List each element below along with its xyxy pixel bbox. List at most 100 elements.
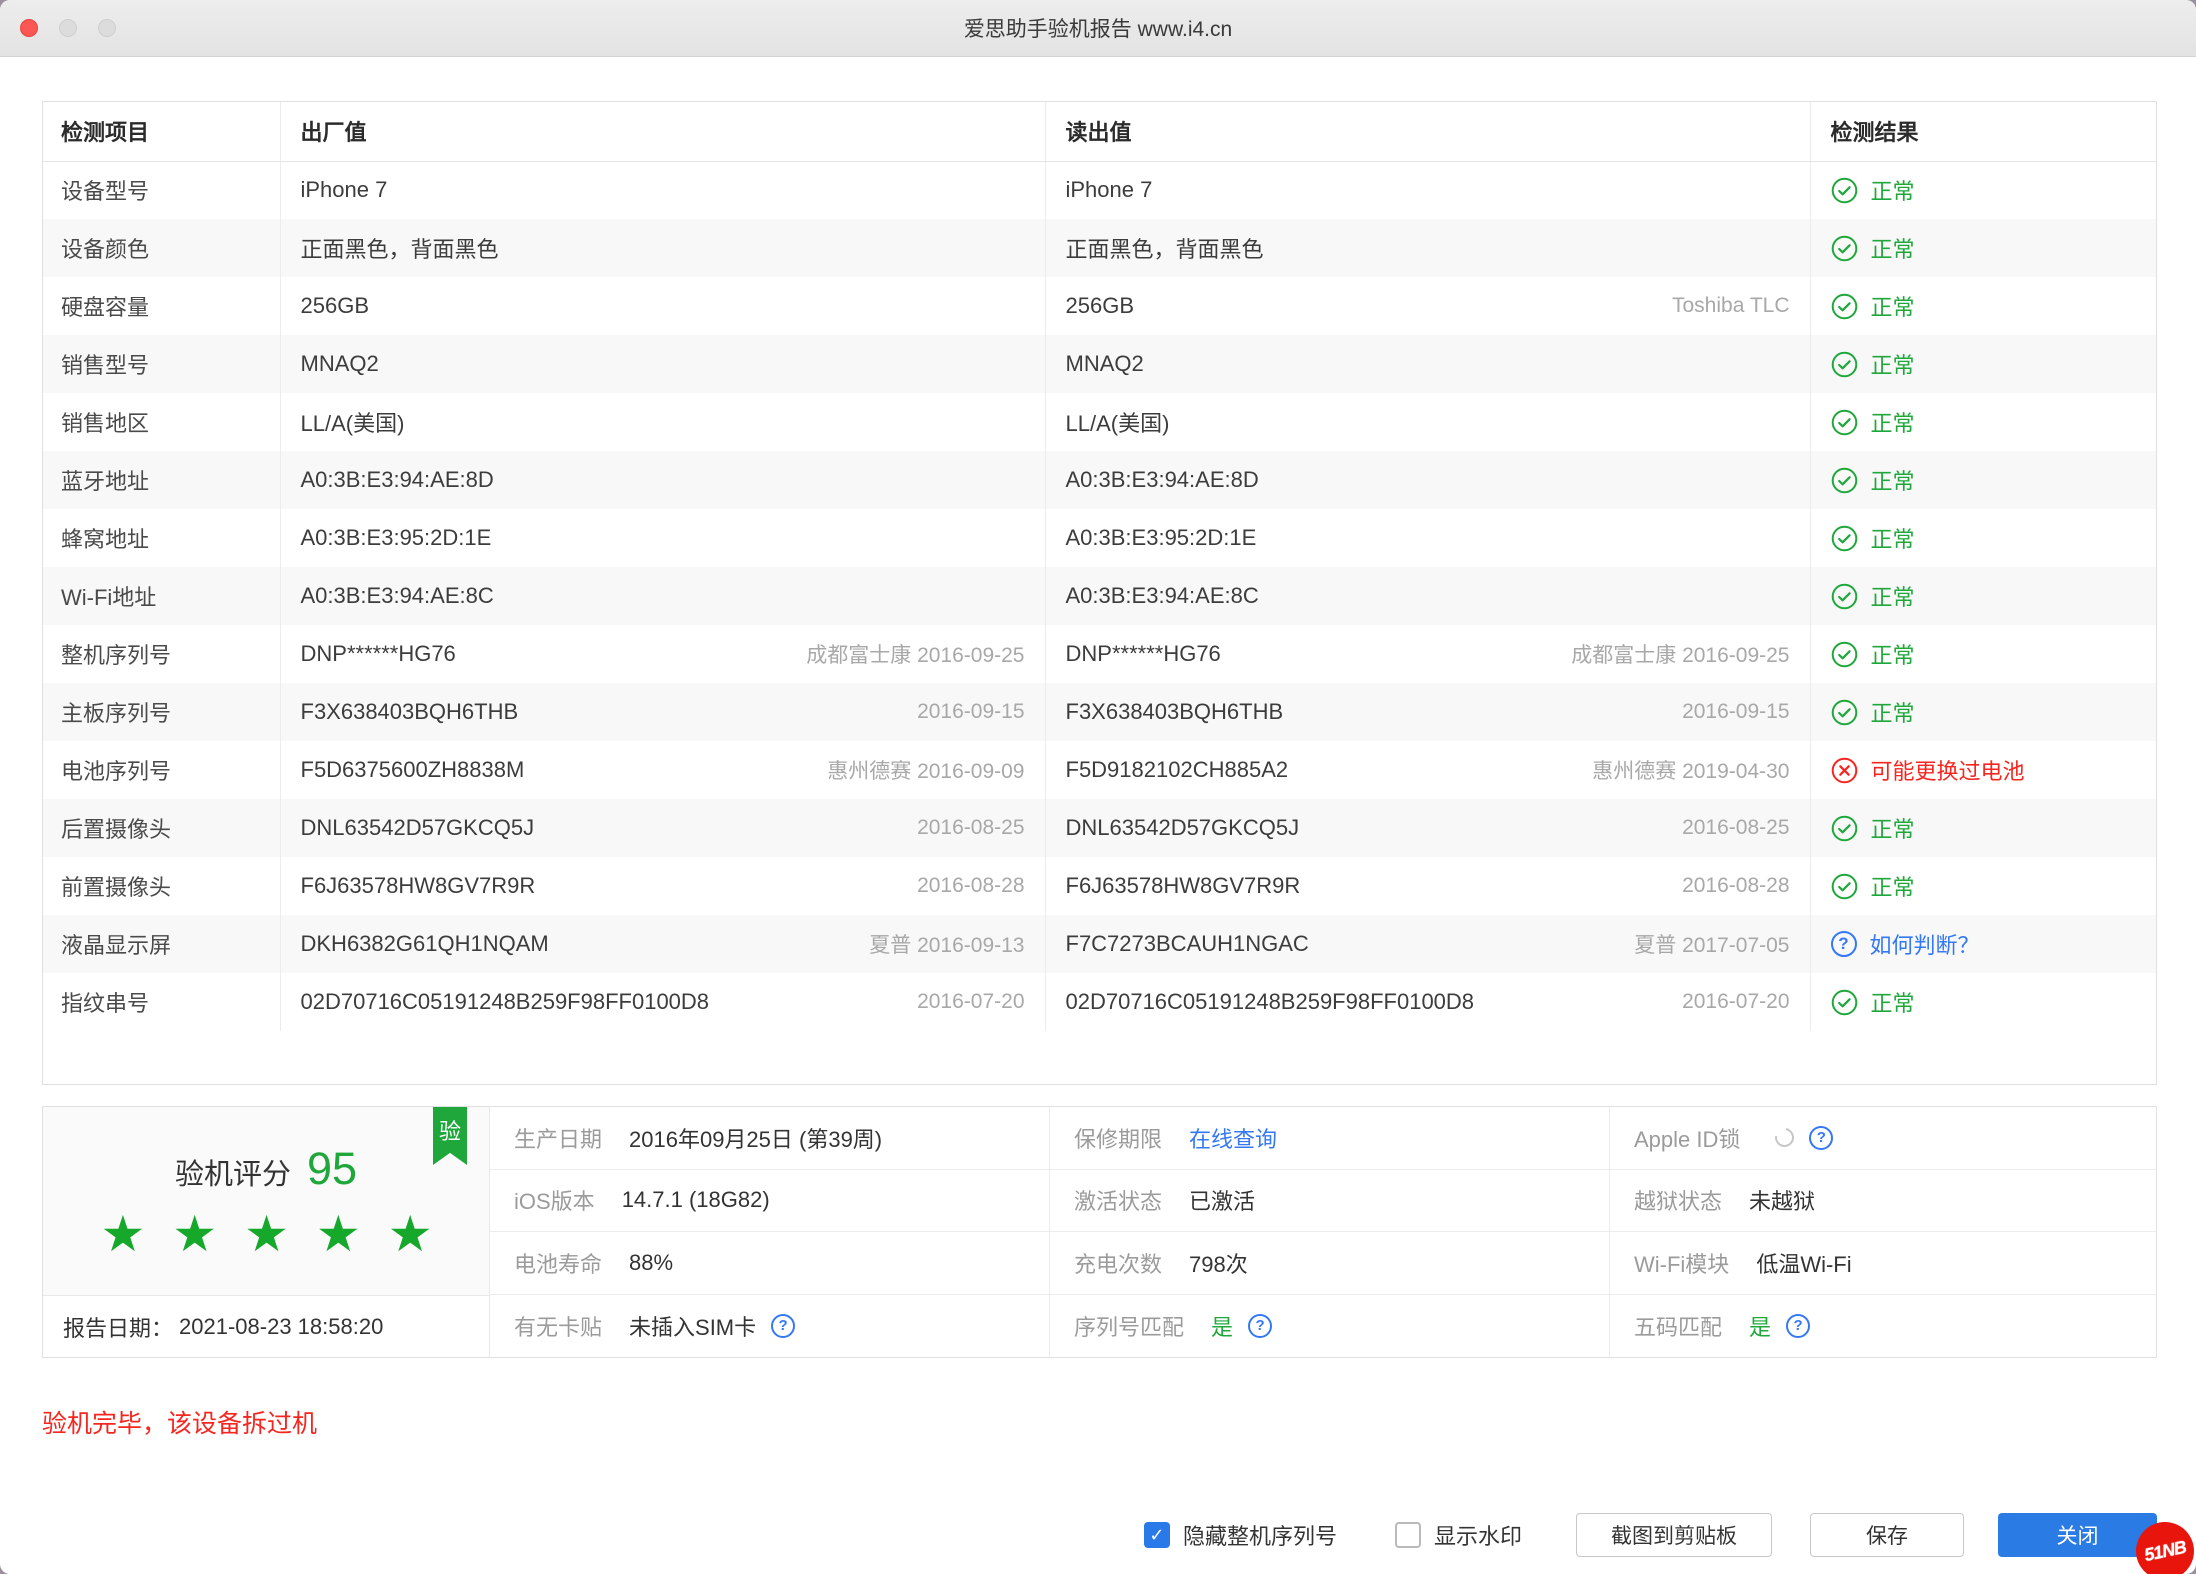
save-button[interactable]: 保存 [1810, 1513, 1964, 1557]
row-item-label: 设备型号 [43, 161, 280, 219]
check-circle-icon [1831, 989, 1858, 1016]
result-text: 正常 [1871, 580, 1915, 612]
result-cell: 正常 [1810, 973, 2156, 1031]
read-value: DNP******HG76 [1066, 641, 1221, 667]
result-text: 正常 [1871, 290, 1915, 322]
verified-ribbon-icon: 验 [433, 1107, 467, 1165]
table-row: 电池序列号F5D6375600ZH8838M惠州德赛 2016-09-09F5D… [43, 741, 2156, 799]
help-icon[interactable]: ? [771, 1314, 795, 1338]
read-value-cell: DNP******HG76成都富士康 2016-09-25 [1045, 625, 1810, 683]
x-circle-icon [1831, 757, 1858, 784]
close-window-icon[interactable] [20, 19, 38, 37]
check-circle-icon [1831, 873, 1858, 900]
row-item-label: 销售型号 [43, 335, 280, 393]
summary-value: 未越狱 [1749, 1184, 1815, 1216]
conclusion-text: 验机完毕，该设备拆过机 [42, 1404, 2157, 1440]
read-value: iPhone 7 [1066, 177, 1153, 203]
factory-value-cell: DKH6382G61QH1NQAM夏普 2016-09-13 [280, 915, 1045, 973]
row-item-label: 前置摄像头 [43, 857, 280, 915]
factory-value-cell: 02D70716C05191248B259F98FF0100D82016-07-… [280, 973, 1045, 1031]
read-subvalue: 夏普 2017-07-05 [1634, 929, 1789, 959]
read-value-cell: F6J63578HW8GV7R9R2016-08-28 [1045, 857, 1810, 915]
read-value: F5D9182102CH885A2 [1066, 757, 1289, 783]
factory-value: F5D6375600ZH8838M [301, 757, 525, 783]
row-item-label: 硬盘容量 [43, 277, 280, 335]
factory-value-cell: MNAQ2 [280, 335, 1045, 393]
star-rating-icons: ★★★★★ [100, 1209, 459, 1259]
header-result: 检测结果 [1810, 102, 2156, 161]
titlebar: 爱思助手验机报告 www.i4.cn [0, 0, 2196, 57]
report-table: 检测项目 出厂值 读出值 检测结果 设备型号iPhone 7iPhone 7正常… [43, 102, 2156, 1031]
check-circle-icon [1831, 177, 1858, 204]
result-text: 正常 [1871, 464, 1915, 496]
row-item-label: 销售地区 [43, 393, 280, 451]
table-row: 主板序列号F3X638403BQH6THB2016-09-15F3X638403… [43, 683, 2156, 741]
help-icon[interactable]: ? [1786, 1314, 1810, 1338]
read-value-cell: LL/A(美国) [1045, 393, 1810, 451]
score-value: 95 [307, 1143, 357, 1195]
summary-value: 未插入SIM卡 [629, 1310, 756, 1342]
factory-value-cell: F5D6375600ZH8838M惠州德赛 2016-09-09 [280, 741, 1045, 799]
result-cell: 正常 [1810, 509, 2156, 567]
row-item-label: 蓝牙地址 [43, 451, 280, 509]
factory-value-cell: iPhone 7 [280, 161, 1045, 219]
table-row: 销售型号MNAQ2MNAQ2正常 [43, 335, 2156, 393]
factory-value: A0:3B:E3:94:AE:8C [301, 583, 494, 609]
row-item-label: 整机序列号 [43, 625, 280, 683]
result-text[interactable]: 如何判断？ [1870, 928, 1980, 960]
result-text: 正常 [1871, 638, 1915, 670]
summary-value: 2016年09月25日 (第39周) [629, 1122, 882, 1154]
footer-bar: ✓ 隐藏整机序列号 显示水印 截图到剪贴板 保存 关闭 [42, 1513, 2157, 1557]
factory-value-cell: DNL63542D57GKCQ5J2016-08-25 [280, 799, 1045, 857]
read-value-cell: MNAQ2 [1045, 335, 1810, 393]
table-row: 指纹串号02D70716C05191248B259F98FF0100D82016… [43, 973, 2156, 1031]
factory-value-cell: 256GB [280, 277, 1045, 335]
result-cell: ?如何判断？ [1810, 915, 2156, 973]
traffic-lights [20, 0, 116, 56]
watermark-label[interactable]: 显示水印 [1434, 1519, 1522, 1551]
read-value: DNL63542D57GKCQ5J [1066, 815, 1300, 841]
row-item-label: 蜂窝地址 [43, 509, 280, 567]
factory-value: A0:3B:E3:95:2D:1E [301, 525, 492, 551]
read-value: F7C7273BCAUH1NGAC [1066, 931, 1309, 957]
result-cell: 正常 [1810, 277, 2156, 335]
table-row: 销售地区LL/A(美国)LL/A(美国)正常 [43, 393, 2156, 451]
read-subvalue: Toshiba TLC [1672, 294, 1790, 318]
read-value-cell: F7C7273BCAUH1NGAC 夏普 2017-07-05 [1045, 915, 1810, 973]
summary-panel: 验 验机评分 95 ★★★★★ 报告日期： 2021-08-23 18:58:2… [42, 1106, 2157, 1358]
factory-value: MNAQ2 [301, 351, 379, 377]
hide-serial-group: ✓ 隐藏整机序列号 [1144, 1519, 1337, 1551]
read-value: A0:3B:E3:94:AE:8C [1066, 583, 1259, 609]
factory-value: LL/A(美国) [301, 406, 405, 438]
summary-value[interactable]: 在线查询 [1189, 1122, 1277, 1154]
factory-value-cell: LL/A(美国) [280, 393, 1045, 451]
help-icon[interactable]: ? [1248, 1314, 1272, 1338]
table-row: 前置摄像头 F6J63578HW8GV7R9R2016-08-28 F6J63578… [43, 857, 2156, 915]
report-content: 检测项目 出厂值 读出值 检测结果 设备型号iPhone 7iPhone 7正常… [0, 57, 2196, 1557]
factory-value: F6J63578HW8GV7R9R [301, 873, 536, 899]
table-row: 后置摄像头DNL63542D57GKCQ5J2016-08-25DNL63542… [43, 799, 2156, 857]
factory-subvalue: 2016-07-20 [917, 990, 1024, 1014]
summary-cell: 电池寿命88% [490, 1232, 1050, 1295]
table-row: 硬盘容量256GB256GBToshiba TLC正常 [43, 277, 2156, 335]
screenshot-to-clipboard-button[interactable]: 截图到剪贴板 [1576, 1513, 1772, 1557]
minimize-window-icon[interactable] [59, 19, 77, 37]
result-cell: 正常 [1810, 161, 2156, 219]
close-button[interactable]: 关闭 [1998, 1513, 2157, 1557]
read-value: A0:3B:E3:95:2D:1E [1066, 525, 1257, 551]
read-value: 02D70716C05191248B259F98FF0100D8 [1066, 989, 1475, 1015]
summary-value: 是 [1749, 1310, 1771, 1342]
summary-cell: 充电次数798次 [1050, 1232, 1610, 1295]
hide-serial-label[interactable]: 隐藏整机序列号 [1183, 1519, 1337, 1551]
read-value-cell: A0:3B:E3:95:2D:1E [1045, 509, 1810, 567]
help-icon[interactable]: ? [1809, 1126, 1833, 1150]
read-value-cell: A0:3B:E3:94:AE:8C [1045, 567, 1810, 625]
hide-serial-checkbox[interactable]: ✓ [1144, 1522, 1170, 1548]
check-circle-icon [1831, 235, 1858, 262]
read-subvalue: 2016-08-25 [1682, 816, 1789, 840]
read-value-cell: 正面黑色，背面黑色 [1045, 219, 1810, 277]
factory-value: DKH6382G61QH1NQAM [301, 931, 549, 957]
maximize-window-icon[interactable] [98, 19, 116, 37]
watermark-checkbox[interactable] [1395, 1522, 1421, 1548]
read-subvalue: 惠州德赛 2019-04-30 [1592, 755, 1789, 785]
